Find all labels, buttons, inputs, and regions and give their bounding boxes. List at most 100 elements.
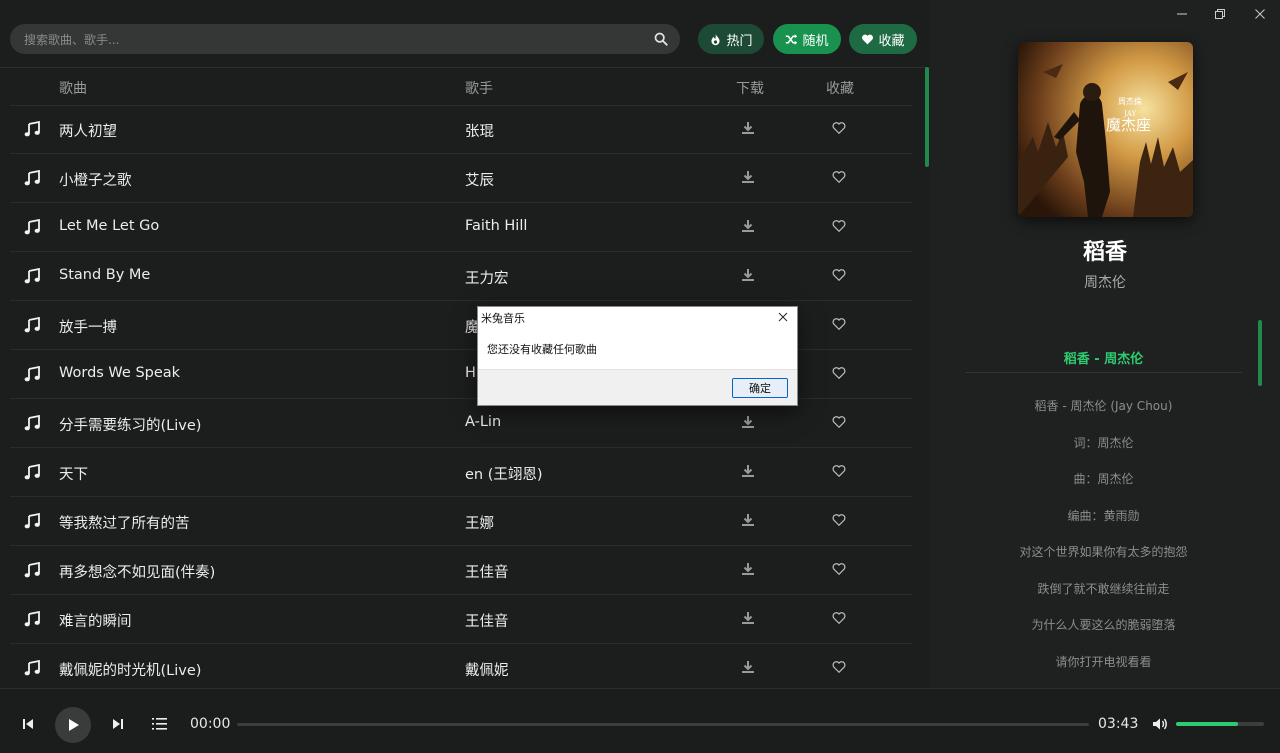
- heart-outline-icon[interactable]: [832, 366, 846, 380]
- fire-icon: [711, 33, 721, 45]
- hot-button[interactable]: 热门: [698, 24, 764, 54]
- lyric-line: 稻香 - 周杰伦 (Jay Chou): [1034, 399, 1173, 413]
- song-artist: 王佳音: [465, 614, 509, 630]
- download-icon[interactable]: [741, 121, 755, 135]
- heart-outline-icon[interactable]: [832, 611, 846, 625]
- column-favorite: 收藏: [826, 81, 854, 97]
- table-row[interactable]: 小橙子之歌 艾辰: [10, 154, 912, 203]
- progress-bar[interactable]: [237, 723, 1089, 726]
- volume-level: [1176, 722, 1238, 726]
- music-note-icon: [24, 218, 40, 235]
- song-title: 分手需要练习的(Live): [59, 418, 202, 434]
- music-note-icon: [24, 561, 40, 578]
- previous-button[interactable]: [20, 716, 36, 732]
- close-icon: [778, 312, 788, 322]
- album-cover: 周杰倫 JAY 魔杰座: [1018, 42, 1193, 217]
- heart-outline-icon[interactable]: [832, 170, 846, 184]
- heart-outline-icon[interactable]: [832, 268, 846, 282]
- play-button[interactable]: [55, 707, 91, 743]
- dialog-message: 您还没有收藏任何歌曲: [487, 343, 597, 356]
- lyric-line: 词：周杰伦: [1073, 435, 1134, 450]
- lyrics-header: 稻香 - 周杰伦: [1063, 352, 1144, 367]
- dialog-ok-button[interactable]: 确定: [732, 378, 788, 398]
- volume-slider[interactable]: [1176, 722, 1264, 726]
- download-icon[interactable]: [741, 415, 755, 429]
- song-title: 天下: [59, 467, 88, 483]
- heart-outline-icon[interactable]: [832, 464, 846, 478]
- heart-outline-icon[interactable]: [832, 219, 846, 233]
- song-title: Let Me Let Go: [59, 218, 160, 234]
- search-input[interactable]: [22, 24, 646, 56]
- download-icon[interactable]: [741, 611, 755, 625]
- table-row[interactable]: 两人初望 张琨: [10, 105, 912, 154]
- volume-button[interactable]: [1151, 716, 1169, 732]
- cover-album-text: 魔杰座: [1106, 116, 1151, 134]
- song-title: 放手一搏: [59, 320, 117, 336]
- song-title: 难言的瞬间: [59, 614, 132, 630]
- dialog-close-button[interactable]: [775, 309, 791, 325]
- heart-outline-icon[interactable]: [832, 415, 846, 429]
- playlist-button[interactable]: [150, 716, 168, 732]
- song-list-scrollbar[interactable]: [925, 67, 929, 167]
- download-icon[interactable]: [741, 219, 755, 233]
- music-note-icon: [24, 365, 40, 382]
- column-artist: 歌手: [465, 81, 493, 97]
- music-note-icon: [24, 659, 40, 676]
- lyrics-divider: [965, 372, 1242, 373]
- download-icon[interactable]: [741, 464, 755, 478]
- song-artist: en (王翊恩): [465, 467, 543, 483]
- music-note-icon: [24, 120, 40, 137]
- song-artist: 王力宏: [465, 271, 509, 287]
- song-title: 再多想念不如见面(伴奏): [59, 565, 216, 581]
- download-icon[interactable]: [741, 513, 755, 527]
- search-bar: [10, 24, 680, 56]
- table-row[interactable]: 分手需要练习的(Live) A-Lin: [10, 399, 912, 448]
- random-button[interactable]: 随机: [773, 24, 841, 54]
- table-row[interactable]: 再多想念不如见面(伴奏) 王佳音: [10, 546, 912, 595]
- music-note-icon: [24, 463, 40, 480]
- table-row[interactable]: 天下 en (王翊恩): [10, 448, 912, 497]
- lyric-line: 为什么人要这么的脆弱堕落: [1031, 618, 1176, 632]
- music-note-icon: [24, 169, 40, 186]
- table-row[interactable]: Stand By Me 王力宏: [10, 252, 912, 301]
- shuffle-icon: [786, 33, 798, 45]
- lyric-line: 请你打开电视看看: [1055, 654, 1152, 669]
- cover-artist-text: 周杰倫: [1118, 96, 1142, 106]
- heart-outline-icon[interactable]: [832, 513, 846, 527]
- close-window-button[interactable]: [1250, 6, 1270, 22]
- minimize-button[interactable]: [1172, 6, 1192, 22]
- random-label: 随机: [802, 33, 829, 49]
- download-icon[interactable]: [741, 268, 755, 282]
- next-button[interactable]: [110, 716, 126, 732]
- table-header: 歌曲 歌手 下载 收藏: [10, 68, 912, 106]
- download-icon[interactable]: [741, 660, 755, 674]
- restore-button[interactable]: [1210, 6, 1230, 22]
- search-icon[interactable]: [654, 32, 668, 46]
- lyrics-scrollbar[interactable]: [1258, 320, 1262, 386]
- song-title: Words We Speak: [59, 365, 181, 381]
- table-row[interactable]: 戴佩妮的时光机(Live) 戴佩妮: [10, 644, 912, 693]
- song-artist: 艾辰: [465, 173, 494, 189]
- music-note-icon: [24, 610, 40, 627]
- heart-outline-icon[interactable]: [832, 317, 846, 331]
- music-note-icon: [24, 512, 40, 529]
- table-row[interactable]: 难言的瞬间 王佳音: [10, 595, 912, 644]
- skip-next-icon: [113, 719, 123, 729]
- table-row[interactable]: Let Me Let Go Faith Hill: [10, 203, 912, 252]
- favorites-button[interactable]: 收藏: [849, 24, 917, 54]
- close-icon: [1255, 9, 1265, 19]
- download-icon[interactable]: [741, 562, 755, 576]
- download-icon[interactable]: [741, 170, 755, 184]
- skip-previous-icon: [23, 719, 33, 729]
- table-row[interactable]: 等我熬过了所有的苦 王娜: [10, 497, 912, 546]
- column-song: 歌曲: [59, 81, 87, 97]
- heart-outline-icon[interactable]: [832, 562, 846, 576]
- playlist-icon: [152, 718, 167, 730]
- lyric-line: 对这个世界如果你有太多的抱怨: [1019, 545, 1188, 559]
- heart-outline-icon[interactable]: [832, 660, 846, 674]
- song-artist: 戴佩妮: [465, 663, 509, 679]
- song-title: 等我熬过了所有的苦: [59, 516, 190, 532]
- song-title: Stand By Me: [59, 267, 151, 283]
- play-icon: [69, 719, 79, 731]
- heart-outline-icon[interactable]: [832, 121, 846, 135]
